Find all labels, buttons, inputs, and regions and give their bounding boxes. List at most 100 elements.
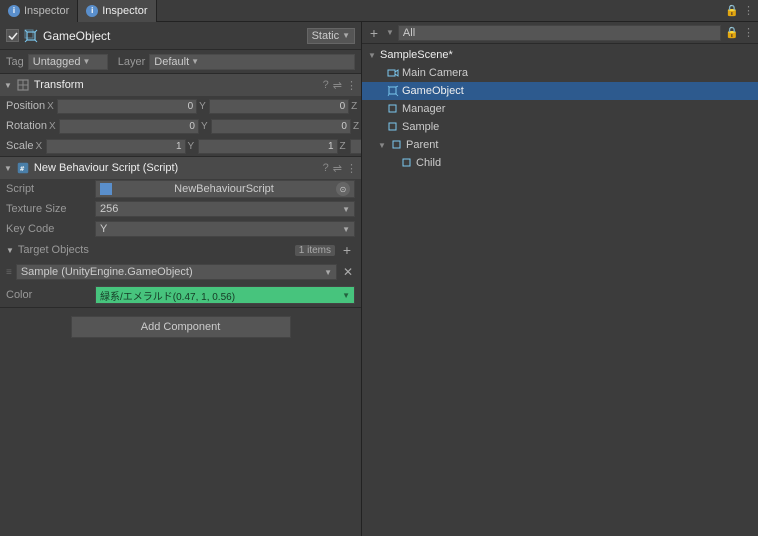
keycode-label: Key Code [6, 223, 91, 235]
transform-icon [16, 78, 30, 92]
gameobject-header: GameObject Static ▼ [0, 22, 361, 50]
target-item-name: Sample (UnityEngine.GameObject) [21, 266, 193, 278]
color-value: 緑系/エメラルド(0.47, 1, 0.56) [100, 288, 235, 303]
rotation-y-input[interactable] [211, 119, 351, 134]
drag-handle-icon[interactable]: ≡ [6, 267, 12, 278]
transform-menu-icon[interactable]: ⋮ [346, 79, 357, 92]
position-y-item: Y [199, 99, 349, 114]
scale-x-label: X [36, 141, 44, 152]
target-objects-label: Target Objects [18, 244, 291, 256]
color-swatch[interactable]: 緑系/エメラルド(0.47, 1, 0.56) ▼ [95, 286, 355, 304]
transform-help-icon[interactable]: ? [323, 79, 329, 91]
position-x-item: X [47, 99, 197, 114]
add-component-button[interactable]: Add Component [71, 316, 291, 338]
rotation-z-item: Z [353, 119, 362, 134]
tab-inspector2[interactable]: i Inspector [78, 0, 156, 22]
hierarchy-item-sample[interactable]: Sample [362, 118, 758, 136]
tab-bar-actions: 🔒 ⋮ [725, 4, 758, 17]
position-x-input[interactable] [57, 99, 197, 114]
hierarchy-menu-icon[interactable]: ⋮ [743, 26, 754, 39]
layer-dropdown[interactable]: Default ▼ [149, 54, 355, 70]
tag-dropdown[interactable]: Untagged ▼ [28, 54, 108, 70]
script-settings-icon[interactable]: ⇌ [333, 162, 342, 175]
rotation-z-label: Z [353, 121, 361, 132]
target-item-value: Sample (UnityEngine.GameObject) ▼ [16, 264, 337, 280]
texture-size-value[interactable]: 256 ▼ [95, 201, 355, 217]
script-header[interactable]: ▼ # New Behaviour Script (Script) ? ⇌ ⋮ [0, 157, 361, 179]
keycode-value[interactable]: Y ▼ [95, 221, 355, 237]
scale-row: Scale X Y Z [0, 136, 361, 156]
hierarchy-item-child[interactable]: Child [362, 154, 758, 172]
hierarchy-item-parent[interactable]: ▼ Parent [362, 136, 758, 154]
child-icon [400, 156, 414, 170]
hierarchy-dropdown-arrow[interactable]: ▼ [386, 28, 394, 37]
target-collapse-arrow[interactable]: ▼ [6, 246, 14, 255]
add-component-section: Add Component [0, 308, 361, 346]
scale-z-label: Z [340, 141, 348, 152]
position-row: Position X Y Z [0, 96, 361, 116]
gameobject-cube-icon [23, 28, 39, 44]
scale-label: Scale [6, 140, 34, 152]
hierarchy-item-manager[interactable]: Manager [362, 100, 758, 118]
parent-label: Parent [406, 139, 438, 151]
hierarchy-lock-icon[interactable]: 🔒 [725, 26, 739, 39]
script-file-icon [100, 183, 112, 195]
static-label: Static [312, 30, 340, 42]
tab-inspector1[interactable]: i Inspector [0, 0, 78, 22]
target-item-arrow: ▼ [324, 268, 332, 277]
transform-actions: ? ⇌ ⋮ [323, 79, 357, 92]
texture-size-label: Texture Size [6, 203, 91, 215]
script-icon: # [16, 161, 30, 175]
color-row: Color 緑系/エメラルド(0.47, 1, 0.56) ▼ [0, 283, 361, 307]
manager-label: Manager [402, 103, 445, 115]
script-section: ▼ # New Behaviour Script (Script) ? ⇌ ⋮ … [0, 157, 361, 308]
script-help-icon[interactable]: ? [323, 162, 329, 174]
position-y-label: Y [199, 101, 207, 112]
static-dropdown[interactable]: Static ▼ [307, 28, 355, 44]
scale-xyz: X Y Z [36, 139, 362, 154]
child-label: Child [416, 157, 441, 169]
transform-settings-icon[interactable]: ⇌ [333, 79, 342, 92]
rotation-x-label: X [49, 121, 57, 132]
main-layout: GameObject Static ▼ Tag Untagged ▼ Layer… [0, 22, 758, 536]
scale-z-item: Z [340, 139, 362, 154]
target-remove-button[interactable]: ✕ [341, 265, 355, 279]
hierarchy-item-maincamera[interactable]: Main Camera [362, 64, 758, 82]
transform-header[interactable]: ▼ Transform ? ⇌ ⋮ [0, 74, 361, 96]
hierarchy-panel: + ▼ 🔒 ⋮ ▼ SampleScene* [362, 22, 758, 536]
scene-collapse-icon[interactable]: ▼ [366, 49, 378, 61]
scale-y-input[interactable] [198, 139, 338, 154]
transform-section: ▼ Transform ? ⇌ ⋮ Position [0, 74, 361, 157]
gameobject-active-checkbox[interactable] [6, 29, 19, 42]
hierarchy-add-button[interactable]: + [366, 25, 382, 41]
hierarchy-search-input[interactable] [398, 25, 721, 41]
script-row-label: Script [6, 183, 91, 195]
texture-size-arrow: ▼ [342, 205, 350, 214]
rotation-x-item: X [49, 119, 199, 134]
script-ref-circle[interactable]: ⊙ [336, 182, 350, 196]
color-arrow: ▼ [342, 291, 350, 300]
parent-collapse-icon[interactable]: ▼ [376, 139, 388, 151]
tab2-label: Inspector [102, 5, 147, 17]
hierarchy-item-gameobject[interactable]: GameObject [362, 82, 758, 100]
lock-icon[interactable]: 🔒 [725, 4, 739, 17]
static-dropdown-arrow: ▼ [342, 31, 350, 40]
position-y-input[interactable] [209, 99, 349, 114]
texture-size-row: Texture Size 256 ▼ [0, 199, 361, 219]
rotation-x-input[interactable] [59, 119, 199, 134]
position-xyz: X Y Z [47, 99, 362, 114]
layer-dropdown-arrow: ▼ [191, 57, 199, 66]
hierarchy-item-scene[interactable]: ▼ SampleScene* [362, 46, 758, 64]
texture-size-text: 256 [100, 203, 118, 215]
scale-z-input[interactable] [350, 139, 362, 154]
rotation-y-label: Y [201, 121, 209, 132]
menu-icon[interactable]: ⋮ [743, 4, 754, 17]
transform-collapse-arrow: ▼ [4, 81, 12, 90]
inspector-panel: GameObject Static ▼ Tag Untagged ▼ Layer… [0, 22, 362, 536]
scale-x-input[interactable] [46, 139, 186, 154]
hierarchy-content: ▼ SampleScene* Main Camera [362, 44, 758, 536]
script-menu-icon[interactable]: ⋮ [346, 162, 357, 175]
scene-label: SampleScene* [380, 49, 453, 61]
keycode-row: Key Code Y ▼ [0, 219, 361, 239]
target-add-button[interactable]: + [339, 242, 355, 258]
